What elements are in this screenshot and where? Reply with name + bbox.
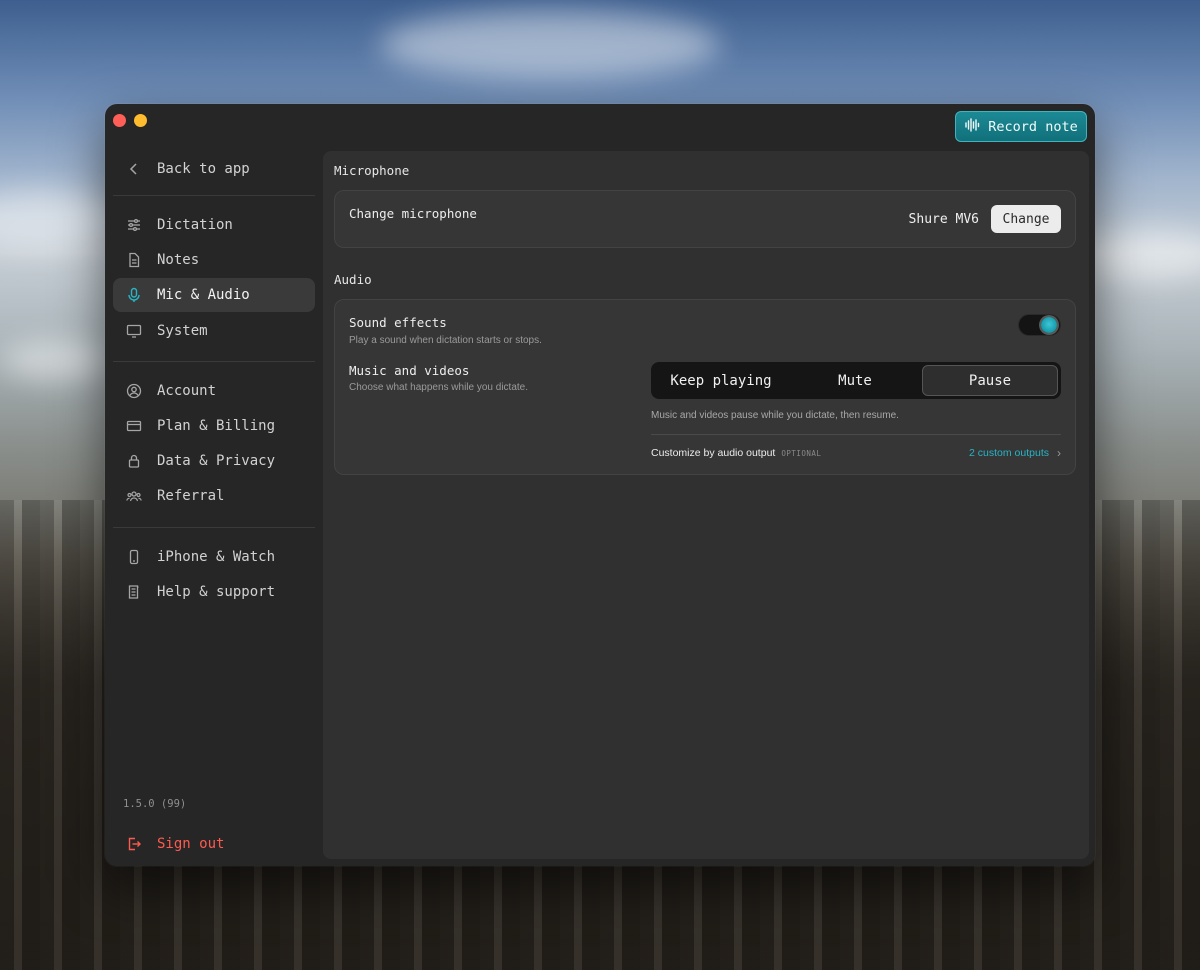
sidebar-item-mic-audio[interactable]: Mic & Audio <box>113 278 315 312</box>
music-videos-description: Choose what happens while you dictate. <box>349 382 529 393</box>
sidebar-item-plan-billing[interactable]: Plan & Billing <box>113 409 315 443</box>
microphone-card: Change microphone Shure MV6 Change <box>334 190 1076 248</box>
sidebar-divider <box>113 361 315 362</box>
sign-out-button[interactable]: Sign out <box>113 827 315 861</box>
sidebar-item-iphone-watch[interactable]: iPhone & Watch <box>113 540 315 574</box>
sidebar-item-notes[interactable]: Notes <box>113 243 315 277</box>
users-icon <box>125 487 143 505</box>
music-videos-note: Music and videos pause while you dictate… <box>651 410 899 421</box>
window-controls <box>113 114 147 127</box>
toggle-knob <box>1041 317 1057 333</box>
monitor-icon <box>125 322 143 340</box>
book-icon <box>125 583 143 601</box>
customize-output-label: Customize by audio output OPTIONAL <box>651 447 822 459</box>
waveform-icon <box>964 117 980 137</box>
option-mute[interactable]: Mute <box>788 365 922 396</box>
microphone-icon <box>125 286 143 304</box>
sidebar: Back to app Dictation Notes Mic & Audio <box>105 150 323 866</box>
sound-effects-description: Play a sound when dictation starts or st… <box>349 335 542 346</box>
credit-card-icon <box>125 417 143 435</box>
sound-effects-label: Sound effects <box>349 315 447 330</box>
sidebar-item-system[interactable]: System <box>113 314 315 348</box>
record-note-label: Record note <box>988 118 1078 135</box>
chevron-right-icon: › <box>1057 446 1061 460</box>
sidebar-item-account[interactable]: Account <box>113 374 315 408</box>
sidebar-item-referral[interactable]: Referral <box>113 479 315 513</box>
settings-window: Record note Back to app Dictation Notes <box>105 104 1095 866</box>
music-videos-segmented-control: Keep playing Mute Pause <box>651 362 1061 399</box>
sign-out-icon <box>125 835 143 853</box>
option-keep-playing[interactable]: Keep playing <box>654 365 788 396</box>
user-circle-icon <box>125 382 143 400</box>
microphone-section-title: Microphone <box>334 163 410 178</box>
change-microphone-label: Change microphone <box>349 206 477 221</box>
music-videos-label: Music and videos <box>349 363 470 378</box>
lock-icon <box>125 452 143 470</box>
sidebar-divider <box>113 527 315 528</box>
phone-icon <box>125 548 143 566</box>
minimize-window-button[interactable] <box>134 114 147 127</box>
audio-card: Sound effects Play a sound when dictatio… <box>334 299 1076 475</box>
sidebar-item-help-support[interactable]: Help & support <box>113 575 315 609</box>
sidebar-item-dictation[interactable]: Dictation <box>113 208 315 242</box>
audio-divider <box>651 434 1061 435</box>
back-to-app-link[interactable]: Back to app <box>113 152 315 186</box>
chevron-left-icon <box>125 160 143 178</box>
sliders-icon <box>125 216 143 234</box>
option-pause[interactable]: Pause <box>922 365 1058 396</box>
optional-tag: OPTIONAL <box>781 449 822 458</box>
document-icon <box>125 251 143 269</box>
close-window-button[interactable] <box>113 114 126 127</box>
record-note-button[interactable]: Record note <box>955 111 1087 142</box>
sidebar-item-data-privacy[interactable]: Data & Privacy <box>113 444 315 478</box>
sidebar-divider <box>113 195 315 196</box>
current-microphone: Shure MV6 <box>908 212 979 227</box>
sound-effects-toggle[interactable] <box>1018 314 1061 336</box>
settings-panel: Microphone Change microphone Shure MV6 C… <box>323 151 1089 859</box>
change-microphone-button[interactable]: Change <box>991 205 1061 233</box>
audio-section-title: Audio <box>334 272 372 287</box>
app-version: 1.5.0 (99) <box>123 798 187 810</box>
custom-outputs-link[interactable]: 2 custom outputs › <box>969 446 1061 460</box>
